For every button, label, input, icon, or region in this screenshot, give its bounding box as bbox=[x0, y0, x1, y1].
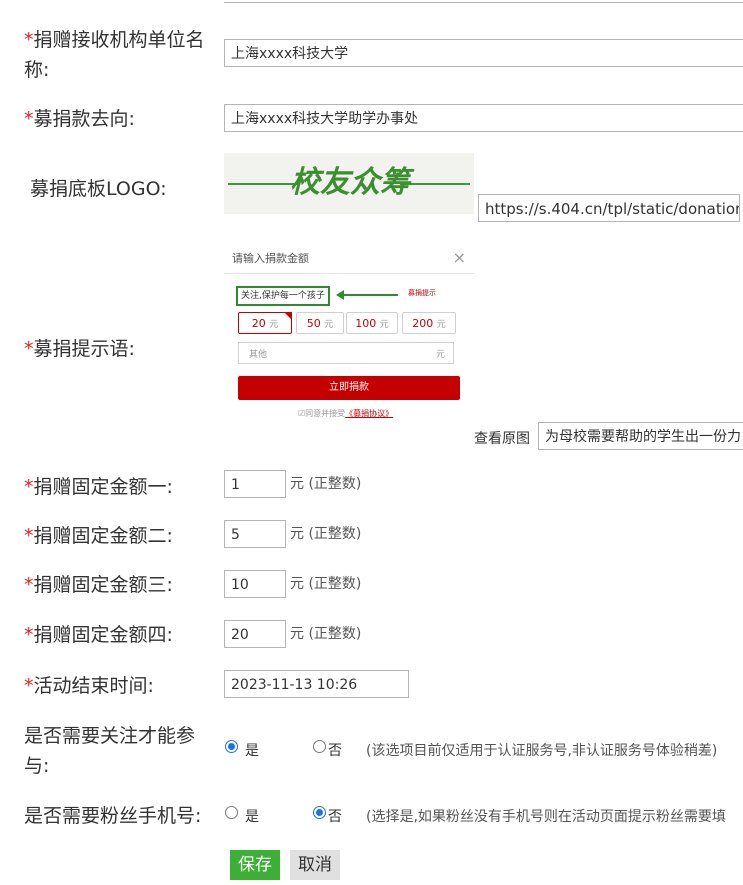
amount-unit: 元 bbox=[379, 320, 389, 330]
follow-label: 是否需要关注才能参 与: bbox=[24, 721, 195, 781]
preview-amount-100: 100 元 bbox=[346, 312, 398, 334]
other-placeholder: 其他 bbox=[249, 350, 268, 360]
required-mark: * bbox=[24, 108, 34, 130]
selected-corner-icon bbox=[284, 312, 292, 320]
logo-text: 校友众筹 bbox=[290, 165, 410, 200]
hint-input[interactable]: 为母校需要帮助的学生出一份力 bbox=[538, 422, 743, 450]
preview-other-input: 其他 元 bbox=[238, 342, 454, 364]
phone-no-radio[interactable] bbox=[313, 806, 326, 819]
amount2-input[interactable]: 5 bbox=[224, 520, 286, 548]
close-icon: × bbox=[452, 248, 466, 267]
amount2-unit: 元 (正整数) bbox=[290, 526, 362, 542]
follow-yes-radio[interactable] bbox=[225, 740, 238, 753]
phone-note: (选择是,如果粉丝没有手机号则在活动页面提示粉丝需要填 bbox=[366, 809, 726, 825]
top-input-edge bbox=[224, 0, 743, 3]
arrow-icon bbox=[342, 294, 398, 296]
hint-label-text: 募捐提示语: bbox=[33, 338, 135, 360]
amount-value: 200 bbox=[412, 317, 434, 330]
phone-yes-label: 是 bbox=[245, 809, 259, 825]
amount1-input[interactable]: 1 bbox=[224, 470, 286, 498]
amount3-unit: 元 (正整数) bbox=[290, 576, 362, 592]
cancel-button[interactable]: 取消 bbox=[290, 850, 340, 880]
end-time-label: *活动结束时间: bbox=[24, 671, 154, 701]
amount3-label-text: 捐赠固定金额三: bbox=[33, 574, 173, 596]
destination-label-text: 募捐款去向: bbox=[33, 108, 135, 130]
amount4-label-text: 捐赠固定金额四: bbox=[33, 624, 173, 646]
preview-amount-50: 50 元 bbox=[296, 312, 344, 334]
logo-image: 校友众筹 bbox=[224, 153, 474, 214]
view-original-link[interactable]: 查看原图 bbox=[474, 428, 530, 448]
amount-unit: 元 bbox=[436, 320, 446, 330]
amount-value: 20 bbox=[251, 317, 266, 330]
required-mark: * bbox=[24, 476, 34, 498]
amount-value: 100 bbox=[355, 317, 377, 330]
end-time-input[interactable]: 2023-11-13 10:26 bbox=[224, 670, 409, 698]
amount3-label: *捐赠固定金额三: bbox=[24, 570, 173, 600]
destination-label: *募捐款去向: bbox=[24, 104, 135, 134]
amount1-label: *捐赠固定金额一: bbox=[24, 472, 173, 502]
amount-unit: 元 bbox=[269, 320, 279, 330]
preview-hint-box: 关注,保护每一个孩子 bbox=[236, 286, 330, 306]
follow-label-text: 是否需要关注才能参 bbox=[24, 725, 196, 747]
phone-label: 是否需要粉丝手机号: bbox=[24, 805, 202, 827]
amount4-unit: 元 (正整数) bbox=[290, 626, 362, 642]
org-name-label-text: 捐赠接收机构单位名 bbox=[33, 29, 205, 51]
amount2-label-text: 捐赠固定金额二: bbox=[33, 525, 173, 547]
preview-agreement: ☑同意并接受《募捐协议》 bbox=[298, 408, 393, 419]
amount1-unit: 元 (正整数) bbox=[290, 476, 362, 492]
follow-no-radio[interactable] bbox=[313, 740, 326, 753]
preview-hint-marker: 募捐提示 bbox=[408, 289, 436, 297]
arrow-head-icon bbox=[336, 290, 344, 300]
follow-label-text-2: 与: bbox=[24, 755, 50, 777]
amount1-label-text: 捐赠固定金额一: bbox=[33, 476, 173, 498]
required-mark: * bbox=[24, 29, 34, 51]
destination-input[interactable]: 上海xxxx科技大学助学办事处 bbox=[224, 104, 743, 132]
amount2-label: *捐赠固定金额二: bbox=[24, 521, 173, 551]
required-mark: * bbox=[24, 338, 34, 360]
preview-donate-button: 立即捐款 bbox=[238, 376, 460, 400]
follow-no-label: 否 bbox=[328, 743, 342, 759]
follow-yes-label: 是 bbox=[245, 743, 259, 759]
org-name-input[interactable]: 上海xxxx科技大学 bbox=[224, 39, 743, 67]
preview-header: 请输入捐款金额 bbox=[224, 244, 474, 274]
hint-label: *募捐提示语: bbox=[24, 334, 135, 364]
phone-no-label: 否 bbox=[328, 809, 342, 825]
amount-value: 50 bbox=[306, 317, 321, 330]
preview-card: 请输入捐款金额 × 关注,保护每一个孩子 募捐提示 20 元 50 元 100 … bbox=[224, 244, 474, 424]
follow-note: (该选项目前仅适用于认证服务号,非认证服务号体验稍差) bbox=[366, 743, 718, 759]
agree-prefix: 同意并接受 bbox=[305, 409, 346, 418]
amount4-input[interactable]: 20 bbox=[224, 620, 286, 648]
agree-link: 《募捐协议》 bbox=[345, 409, 394, 418]
required-mark: * bbox=[24, 675, 34, 697]
org-name-label-text-2: 称: bbox=[24, 59, 50, 81]
required-mark: * bbox=[24, 624, 34, 646]
logo-url-input[interactable]: https://s.404.cn/tpl/static/donation bbox=[478, 194, 740, 222]
required-mark: * bbox=[24, 525, 34, 547]
save-button[interactable]: 保存 bbox=[230, 850, 280, 880]
end-time-label-text: 活动结束时间: bbox=[33, 675, 154, 697]
org-name-label: *捐赠接收机构单位名 称: bbox=[24, 25, 205, 85]
required-mark: * bbox=[24, 574, 34, 596]
amount3-input[interactable]: 10 bbox=[224, 570, 286, 598]
other-unit: 元 bbox=[435, 350, 445, 360]
amount4-label: *捐赠固定金额四: bbox=[24, 620, 173, 650]
preview-amount-200: 200 元 bbox=[402, 312, 456, 334]
amount-unit: 元 bbox=[324, 320, 334, 330]
phone-yes-radio[interactable] bbox=[225, 806, 238, 819]
logo-label: 募捐底板LOGO: bbox=[30, 178, 167, 200]
